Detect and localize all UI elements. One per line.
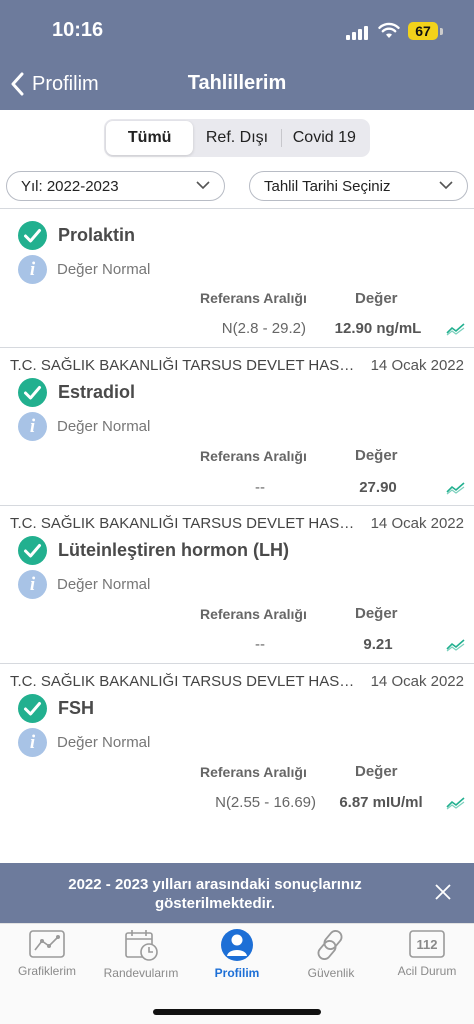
info-icon: i xyxy=(18,412,47,441)
ref-range-value: -- xyxy=(255,479,265,496)
result-card[interactable]: T.C. SAĞLIK BAKANLIĞI TARSUS DEVLET HAST… xyxy=(0,347,474,505)
chart-icon xyxy=(29,930,65,958)
segment-covid[interactable]: Covid 19 xyxy=(280,121,368,155)
page-title: Tahlillerim xyxy=(187,72,287,94)
test-name: Prolaktin xyxy=(58,225,136,245)
status-label: Değer Normal xyxy=(57,576,151,593)
check-icon xyxy=(18,378,47,407)
emergency-badge-text: 112 xyxy=(417,937,438,952)
tab-label: Randevularım xyxy=(103,966,179,980)
test-name: Estradiol xyxy=(58,382,136,402)
tab-randevularim[interactable]: Randevularım xyxy=(94,928,188,988)
result-value: 9.21 xyxy=(363,636,393,653)
result-card[interactable]: Prolaktin i Değer Normal Referans Aralığ… xyxy=(0,208,474,348)
check-icon xyxy=(18,536,47,565)
result-date: 14 Ocak 2022 xyxy=(370,673,464,690)
toast-message: 2022 - 2023 yılları arasındaki sonuçları… xyxy=(30,875,400,913)
signal-icon xyxy=(346,24,372,40)
value-header: Değer xyxy=(355,447,398,464)
date-dropdown-value: Tahlil Tarihi Seçiniz xyxy=(264,177,391,195)
value-header: Değer xyxy=(355,763,398,780)
status-label: Değer Normal xyxy=(57,261,151,278)
emergency-112-icon: 112 xyxy=(409,930,445,958)
divider xyxy=(0,347,474,348)
toast-line-2: gösterilmektedir. xyxy=(154,895,276,912)
result-value: 12.90 ng/mL xyxy=(334,320,422,337)
info-icon: i xyxy=(18,728,47,757)
wifi-icon xyxy=(378,22,400,38)
tab-guvenlik[interactable]: Güvenlik xyxy=(284,928,378,988)
link-icon xyxy=(317,930,343,960)
filter-segment: Tümü Ref. Dışı Covid 19 xyxy=(104,119,370,157)
ref-range-header: Referans Aralığı xyxy=(200,290,307,306)
ref-range-header: Referans Aralığı xyxy=(200,448,307,464)
status-label: Değer Normal xyxy=(57,418,151,435)
info-toast: 2022 - 2023 yılları arasındaki sonuçları… xyxy=(0,863,474,923)
top-header: 10:16 67 Profilim Tahlillerim xyxy=(0,0,474,110)
battery-icon: 67 xyxy=(408,22,438,40)
result-card[interactable]: T.C. SAĞLIK BAKANLIĞI TARSUS DEVLET HAST… xyxy=(0,505,474,663)
year-dropdown-value: Yıl: 2022-2023 xyxy=(21,177,119,195)
hospital-name: T.C. SAĞLIK BAKANLIĞI TARSUS DEVLET HAST… xyxy=(10,357,355,374)
info-icon: i xyxy=(18,570,47,599)
test-name: Lüteinleştiren hormon (LH) xyxy=(58,540,289,560)
segment-out-of-range[interactable]: Ref. Dışı xyxy=(193,121,280,155)
tab-label: Acil Durum xyxy=(397,964,457,978)
tab-label: Grafiklerim xyxy=(17,964,76,978)
status-bar: 10:16 67 xyxy=(0,0,474,60)
battery-tip xyxy=(440,28,443,35)
check-icon xyxy=(18,694,47,723)
ref-range-header: Referans Aralığı xyxy=(200,606,307,622)
status-label: Değer Normal xyxy=(57,734,151,751)
ref-range-value: N(2.55 - 16.69) xyxy=(215,794,316,811)
tab-label: Güvenlik xyxy=(307,966,355,980)
profile-icon xyxy=(221,929,253,961)
divider xyxy=(0,208,474,209)
tab-profilim[interactable]: Profilim xyxy=(190,928,284,988)
result-card[interactable]: T.C. SAĞLIK BAKANLIĞI TARSUS DEVLET HAST… xyxy=(0,663,474,821)
tab-grafiklerim[interactable]: Grafiklerim xyxy=(0,928,94,988)
result-value: 6.87 mIU/ml xyxy=(339,794,423,811)
ref-range-header: Referans Aralığı xyxy=(200,764,307,780)
trend-chart-icon[interactable] xyxy=(446,796,466,810)
nav-bar: Profilim Tahlillerim xyxy=(0,60,474,108)
hospital-name: T.C. SAĞLIK BAKANLIĞI TARSUS DEVLET HAST… xyxy=(10,673,355,690)
tab-acil-durum[interactable]: 112 Acil Durum xyxy=(380,928,474,988)
hospital-name: T.C. SAĞLIK BAKANLIĞI TARSUS DEVLET HAST… xyxy=(10,515,355,532)
trend-chart-icon[interactable] xyxy=(446,322,466,336)
result-date: 14 Ocak 2022 xyxy=(370,357,464,374)
trend-chart-icon[interactable] xyxy=(446,638,466,652)
home-indicator xyxy=(153,1009,321,1015)
segment-all[interactable]: Tümü xyxy=(106,121,194,155)
status-time: 10:16 xyxy=(52,19,104,41)
tab-label: Profilim xyxy=(214,966,260,980)
year-dropdown[interactable]: Yıl: 2022-2023 xyxy=(6,171,225,201)
divider xyxy=(0,663,474,664)
result-value: 27.90 xyxy=(359,479,397,496)
value-header: Değer xyxy=(355,290,398,307)
divider xyxy=(0,505,474,506)
test-name: FSH xyxy=(58,698,94,718)
ref-range-value: -- xyxy=(255,636,265,653)
value-header: Değer xyxy=(355,605,398,622)
result-date: 14 Ocak 2022 xyxy=(370,515,464,532)
calendar-clock-icon xyxy=(125,930,158,961)
ref-range-value: N(2.8 - 29.2) xyxy=(221,320,306,337)
close-icon[interactable] xyxy=(433,882,453,902)
toast-line-1: 2022 - 2023 yılları arasındaki sonuçları… xyxy=(68,876,362,893)
check-icon xyxy=(18,221,47,250)
chevron-down-icon xyxy=(196,181,210,190)
info-icon: i xyxy=(18,255,47,284)
date-dropdown[interactable]: Tahlil Tarihi Seçiniz xyxy=(249,171,468,201)
chevron-down-icon xyxy=(439,181,453,190)
trend-chart-icon[interactable] xyxy=(446,481,466,495)
